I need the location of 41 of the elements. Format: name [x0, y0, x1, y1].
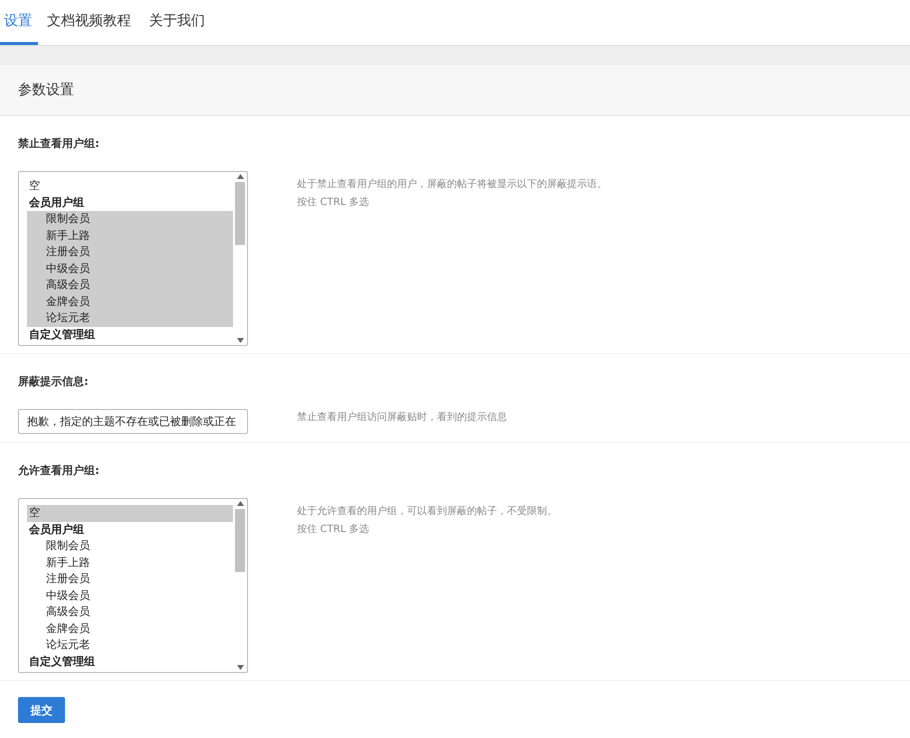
field-label: 禁止查看用户组: — [18, 136, 100, 151]
field-hint: 处于允许查看的用户组，可以看到屏蔽的帖子，不受限制。 — [297, 504, 558, 518]
listbox-option[interactable]: 注册会员 — [27, 571, 233, 588]
scroll-down-icon[interactable] — [236, 665, 244, 670]
listbox-option[interactable]: 会员用户组 — [27, 194, 233, 211]
message-field[interactable]: 抱歉，指定的主题不存在或已被删除或正在 — [18, 409, 248, 434]
panel-title: 参数设置 — [0, 65, 910, 116]
listbox-option[interactable]: 金牌会员 — [27, 620, 233, 637]
field-label: 屏蔽提示信息: — [18, 374, 88, 389]
listbox-option[interactable]: 论坛元老 — [27, 637, 233, 654]
submit-button[interactable]: 提交 — [18, 697, 65, 723]
listbox-option[interactable]: 自定义管理组 — [27, 326, 233, 343]
listbox-option[interactable]: 注册会员 — [27, 244, 233, 260]
listbox-option[interactable]: 论坛元老 — [27, 310, 233, 326]
scroll-up-icon[interactable] — [236, 501, 244, 506]
scrollbar[interactable] — [233, 499, 247, 672]
field-hint: 处于禁止查看用户组的用户，屏蔽的帖子将被显示以下的屏蔽提示语。 — [297, 178, 608, 191]
listbox-option[interactable]: 新手上路 — [27, 554, 233, 571]
field-hint: 按住 CTRL 多选 — [297, 522, 370, 536]
tab[interactable]: 文档视频教程 — [38, 0, 140, 45]
scrollbar[interactable] — [233, 172, 247, 345]
listbox-option[interactable]: 自定义管理组 — [27, 654, 233, 670]
listbox-option[interactable]: 会员用户组 — [27, 522, 233, 538]
listbox-option[interactable]: 空 — [27, 505, 233, 522]
group-listbox[interactable]: 空 会员用户组 限制会员 新手上路 注册会员 中级会员 高级会员 金牌会员 论坛元老 自定义管理组 — [18, 171, 248, 346]
field-hint: 禁止查看用户组访问屏蔽贴时，看到的提示信息 — [297, 410, 508, 424]
scroll-down-icon[interactable] — [236, 338, 244, 343]
field-hint: 按住 CTRL 多选 — [297, 196, 370, 209]
listbox-option[interactable]: 限制会员 — [27, 211, 233, 228]
listbox-option[interactable]: 高级会员 — [27, 277, 233, 294]
listbox-option[interactable]: 中级会员 — [27, 260, 233, 277]
scroll-up-icon[interactable] — [236, 174, 244, 179]
listbox-option[interactable]: 高级会员 — [27, 604, 233, 620]
listbox-option[interactable]: 新手上路 — [27, 228, 233, 244]
field-label: 允许查看用户组: — [18, 463, 100, 478]
listbox-option[interactable]: 限制会员 — [27, 538, 233, 554]
listbox-option[interactable]: 中级会员 — [27, 588, 233, 604]
listbox-option[interactable]: 空 — [27, 178, 233, 194]
tab[interactable]: 关于我们 — [140, 0, 214, 45]
group-listbox[interactable]: 空 会员用户组 限制会员 新手上路 注册会员 中级会员 高级会员 金牌会员 论坛元老 自定义管理组 — [18, 498, 248, 673]
listbox-option[interactable]: 金牌会员 — [27, 294, 233, 310]
